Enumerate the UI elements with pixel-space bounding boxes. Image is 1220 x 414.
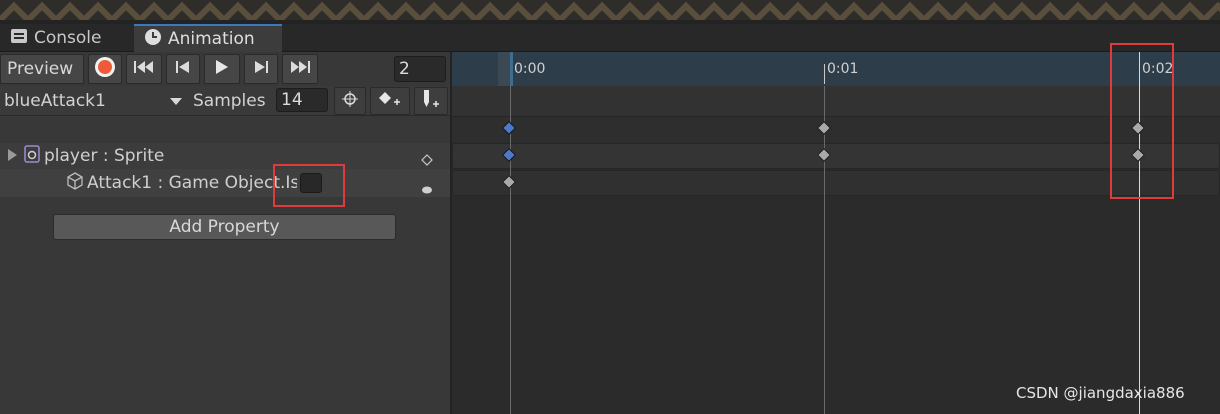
first-keyframe-button[interactable] [126,54,162,84]
play-button[interactable] [204,54,240,84]
snap-button[interactable] [334,87,366,115]
step-forward-icon [254,59,268,79]
window-tab-bar: Console Animation [0,24,1220,52]
highlight-box-checkbox [273,164,345,207]
next-keyframe-button[interactable] [244,54,278,84]
add-keyframe-icon [378,91,402,112]
add-event-button[interactable] [414,87,448,115]
clip-dropdown[interactable]: blueAttack1 [0,87,188,115]
clip-start-marker [510,52,513,86]
chevron-down-icon [170,91,182,111]
tick-mark-1 [824,64,825,84]
dopesheet-row-sprite[interactable] [452,143,1220,169]
key-menu-icon[interactable] [421,151,433,171]
add-property-button[interactable]: Add Property [53,214,396,240]
play-icon [215,59,229,80]
tab-console[interactable]: Console [0,24,132,52]
dopesheet-summary-row[interactable] [452,116,1220,142]
record-button[interactable] [88,54,122,84]
frame-line-1 [824,86,825,414]
previous-keyframe-button[interactable] [166,54,200,84]
dopesheet-row-isactive[interactable] [452,170,1220,196]
tab-animation-label: Animation [168,29,255,49]
frame-field[interactable]: 2 [394,56,446,82]
clock-icon [144,28,162,51]
record-icon [94,56,116,83]
key-menu-dot-icon[interactable] [421,179,433,199]
tab-animation[interactable]: Animation [134,24,282,52]
add-event-icon [420,89,442,114]
console-icon [10,28,28,49]
property-label-sprite: player : Sprite [44,146,165,166]
preview-label: Preview [7,59,74,79]
tab-console-label: Console [34,28,102,48]
last-keyframe-button[interactable] [282,54,318,84]
samples-value: 14 [281,90,303,110]
property-label-isactive: Attack1 : Game Object.Is [87,173,297,193]
property-row-isactive[interactable]: Attack1 : Game Object.Is [0,169,450,197]
add-property-label: Add Property [169,217,280,237]
sprite-renderer-icon [24,144,40,168]
highlight-box-playhead [1110,43,1174,199]
property-row-sprite[interactable]: player : Sprite [0,143,450,169]
crosshair-icon [342,90,358,112]
tick-label-0: 0:00 [514,61,546,77]
clip-name: blueAttack1 [4,91,106,111]
gameobject-cube-icon [66,171,84,195]
skip-end-icon [290,59,310,79]
scene-view-strip [0,0,1220,24]
expand-arrow-icon[interactable] [8,146,18,166]
samples-field[interactable]: 14 [276,88,328,112]
samples-label: Samples [193,91,266,111]
tick-label-1: 0:01 [827,61,859,77]
add-keyframe-button[interactable] [370,87,410,115]
frame-value: 2 [399,59,410,79]
dopesheet-empty-row [452,86,1220,116]
clip-start-shade [498,52,510,86]
skip-start-icon [134,59,154,79]
watermark: CSDN @jiangdaxia886 [1016,384,1185,402]
step-back-icon [176,59,190,79]
frame-line-0 [510,86,511,414]
preview-button[interactable]: Preview [0,54,84,84]
